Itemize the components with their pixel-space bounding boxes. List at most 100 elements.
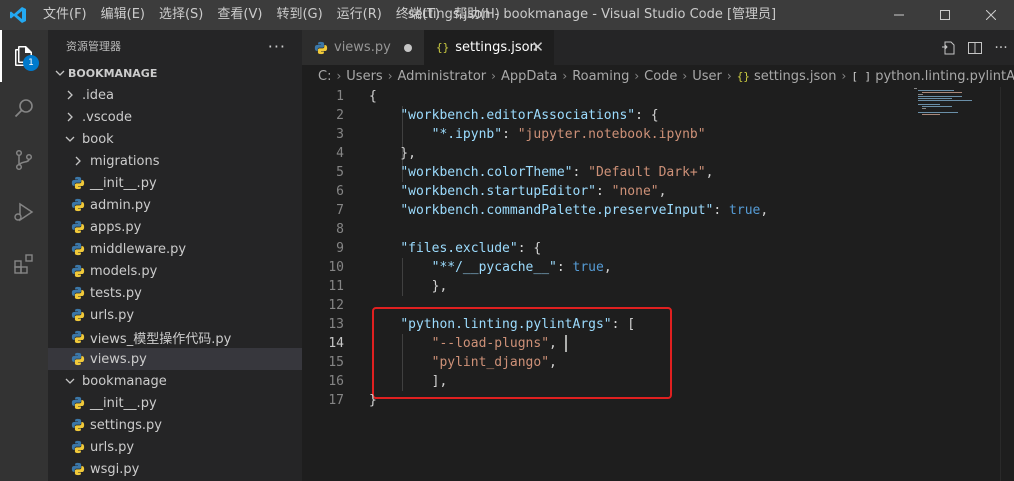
file-item[interactable]: middleware.py (48, 238, 302, 260)
code-token: "pylint_django" (431, 355, 550, 370)
file-item[interactable]: urls.py (48, 436, 302, 458)
folder-item[interactable]: migrations (48, 150, 302, 172)
breadcrumb-item[interactable]: settings.json (754, 69, 837, 84)
close-tab-icon[interactable]: ✕ (531, 38, 544, 56)
menu-item[interactable]: 选择(S) (152, 0, 210, 30)
explorer-button[interactable]: 1 (0, 30, 48, 82)
tree-item-label: migrations (90, 153, 160, 169)
workspace-name: BOOKMANAGE (68, 66, 158, 80)
breadcrumb-item[interactable]: Administrator (398, 69, 487, 84)
code-editor[interactable]: 1{2 "workbench.editorAssociations": {3 "… (302, 87, 1014, 481)
python-file-icon (70, 175, 86, 191)
breadcrumb-item[interactable]: Users (346, 69, 382, 84)
breadcrumb-item[interactable]: C: (318, 69, 331, 84)
chevron-right-icon: › (387, 69, 393, 83)
file-item[interactable]: views_模型操作代码.py (48, 326, 302, 348)
tab-views-py[interactable]: views.py (302, 30, 424, 65)
chevron-right-icon: › (841, 69, 847, 83)
file-item[interactable]: models.py (48, 260, 302, 282)
tree-item-label: __init__.py (90, 175, 157, 191)
code-token: "jupyter.notebook.ipynb" (517, 127, 706, 142)
tree-item-label: models.py (90, 263, 158, 279)
code-token: , (705, 165, 714, 180)
python-file-icon (70, 219, 86, 235)
file-item[interactable]: views.py (48, 348, 302, 370)
python-file-icon (70, 241, 86, 257)
vertical-scrollbar[interactable] (1000, 87, 1014, 481)
minimize-icon (894, 14, 904, 16)
code-text: "workbench.startupEditor": "none", (369, 182, 666, 201)
maximize-button[interactable] (922, 0, 968, 30)
split-editor-button[interactable] (962, 30, 988, 65)
run-debug-button[interactable] (0, 186, 48, 238)
code-line: 15 "pylint_django", (302, 353, 932, 372)
file-item[interactable]: tests.py (48, 282, 302, 304)
file-item[interactable]: apps.py (48, 216, 302, 238)
split-editor-icon (968, 41, 982, 54)
file-item[interactable]: admin.py (48, 194, 302, 216)
unsaved-dot-icon[interactable] (404, 44, 412, 52)
file-item[interactable]: settings.py (48, 414, 302, 436)
code-token: "*.ipynb" (431, 127, 503, 142)
source-control-button[interactable] (0, 134, 48, 186)
folder-item[interactable]: .vscode (48, 106, 302, 128)
line-number: 4 (336, 146, 344, 161)
code-text: "workbench.commandPalette.preserveInput"… (369, 201, 768, 220)
python-file-icon (70, 197, 86, 213)
file-item[interactable]: __init__.py (48, 172, 302, 194)
tab-settings-json[interactable]: {} settings.json ✕ (424, 30, 554, 65)
breadcrumb-item[interactable]: AppData (501, 69, 557, 84)
line-number: 6 (336, 184, 344, 199)
workspace-section-header[interactable]: BOOKMANAGE (48, 62, 302, 84)
extensions-button[interactable] (0, 238, 48, 290)
file-item[interactable]: wsgi.py (48, 458, 302, 480)
file-item[interactable]: urls.py (48, 304, 302, 326)
menu-item[interactable]: 终端(T) (389, 0, 447, 30)
folder-item[interactable]: book (48, 128, 302, 150)
file-tree: .idea .vscode book migrations __init__.py adm… (48, 84, 302, 480)
breadcrumb-item[interactable]: User (692, 69, 722, 84)
code-text: "workbench.editorAssociations": { (369, 106, 658, 125)
tree-item-label: apps.py (90, 219, 142, 235)
python-file-icon (70, 329, 86, 345)
tree-item-label: settings.py (90, 417, 162, 433)
chevron-right-icon: › (634, 69, 640, 83)
more-actions-icon[interactable]: ··· (268, 37, 286, 56)
chevron-down-icon (62, 133, 78, 145)
line-number: 17 (328, 393, 344, 408)
code-token: , (603, 260, 612, 275)
code-token: , (658, 184, 667, 199)
menu-item[interactable]: 文件(F) (36, 0, 94, 30)
code-text: "--load-plugns", (369, 334, 567, 353)
more-editor-actions-button[interactable]: ··· (988, 30, 1014, 65)
code-line: 8 (302, 220, 932, 239)
menu-item[interactable]: 编辑(E) (94, 0, 152, 30)
menu-item[interactable]: 查看(V) (210, 0, 269, 30)
breadcrumb-item[interactable]: Code (644, 69, 677, 84)
open-settings-ui-button[interactable] (936, 30, 962, 65)
code-token: true (572, 260, 604, 275)
search-button[interactable] (0, 82, 48, 134)
explorer-sidebar: 资源管理器 ··· BOOKMANAGE .idea .vscode book mig… (48, 30, 302, 481)
breadcrumb-item[interactable]: Roaming (572, 69, 629, 84)
close-window-button[interactable] (968, 0, 1014, 30)
menu-item[interactable]: 转到(G) (269, 0, 329, 30)
tree-item-label: book (82, 131, 114, 147)
code-token: }, (369, 279, 448, 294)
line-number: 12 (328, 298, 344, 313)
menu-item[interactable]: 运行(R) (330, 0, 389, 30)
breadcrumb-item[interactable]: python.linting.pylintArgs (875, 69, 1014, 84)
folder-item[interactable]: .idea (48, 84, 302, 106)
folder-item[interactable]: bookmanage (48, 370, 302, 392)
code-line: 16 ], (302, 372, 932, 391)
code-text: }, (369, 277, 448, 296)
menu-item[interactable]: 帮助(H) (447, 0, 507, 30)
file-item[interactable]: __init__.py (48, 392, 302, 414)
minimize-button[interactable] (876, 0, 922, 30)
tree-item-label: wsgi.py (90, 461, 140, 477)
